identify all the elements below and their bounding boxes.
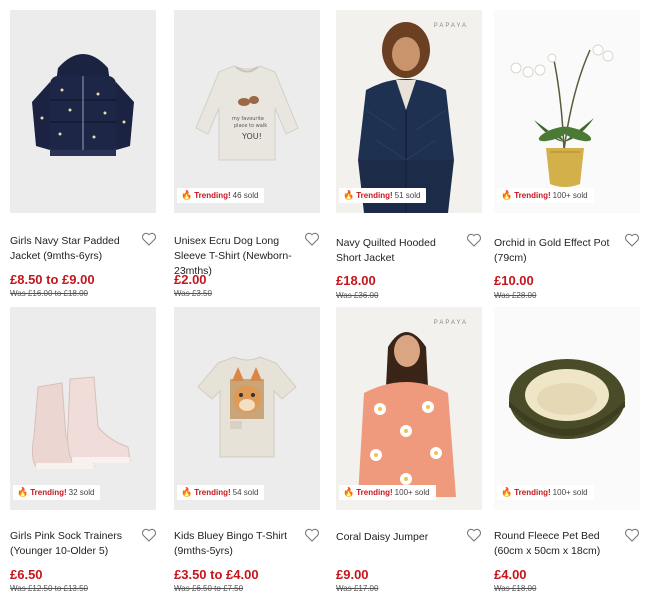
- fire-icon: 🔥: [181, 190, 193, 200]
- product-title[interactable]: Coral Daisy Jumper: [336, 530, 462, 545]
- product-was-price: Was £18.00: [494, 584, 537, 593]
- fire-icon: 🔥: [343, 487, 355, 497]
- product-price: £2.00: [174, 272, 207, 287]
- product-price: £8.50 to £9.00: [10, 272, 95, 287]
- trending-badge: 🔥 Trending! 51 sold: [339, 188, 427, 203]
- product-title[interactable]: Navy Quilted Hooded Short Jacket: [336, 236, 462, 266]
- trending-badge: 🔥 Trending! 32 sold: [13, 485, 101, 500]
- trending-label: Trending!: [356, 488, 393, 497]
- trending-label: Trending!: [514, 488, 551, 497]
- product-image[interactable]: 🔥 Trending! 54 sold: [174, 307, 320, 510]
- svg-text:YOU!: YOU!: [241, 132, 262, 141]
- trending-badge: 🔥 Trending! 46 sold: [177, 188, 265, 203]
- trending-label: Trending!: [30, 488, 67, 497]
- orchid-pot-image: [510, 44, 614, 187]
- heart-outline-icon[interactable]: [141, 231, 157, 247]
- heart-outline-icon[interactable]: [624, 232, 640, 248]
- svg-text:my favourite: my favourite: [232, 116, 264, 122]
- coral-daisy-jumper-model-image: [358, 332, 456, 497]
- product-title[interactable]: Girls Pink Sock Trainers (Younger 10-Old…: [10, 529, 136, 559]
- product-was-price: Was £28.00: [494, 291, 537, 300]
- trending-badge: 🔥 Trending! 54 sold: [177, 485, 265, 500]
- heart-outline-icon[interactable]: [624, 527, 640, 543]
- heart-outline-icon[interactable]: [141, 527, 157, 543]
- product-price: £6.50: [10, 567, 43, 582]
- product-was-price: Was £16.00 to £18.00: [10, 289, 88, 298]
- product-was-price: Was £36.00: [336, 291, 379, 300]
- trending-label: Trending!: [194, 488, 231, 497]
- pet-bed-image: [509, 359, 625, 439]
- dog-longsleeve-image: my favourite place to walk YOU!: [195, 65, 299, 161]
- heart-outline-icon[interactable]: [466, 232, 482, 248]
- trending-label: Trending!: [514, 191, 551, 200]
- product-price: £9.00: [336, 567, 369, 582]
- sold-count: 54 sold: [232, 488, 259, 497]
- product-title[interactable]: Kids Bluey Bingo T-Shirt (9mths-5yrs): [174, 529, 300, 559]
- sold-count: 100+ sold: [552, 488, 588, 497]
- sold-count: 46 sold: [232, 191, 259, 200]
- product-image[interactable]: PAPAYA 🔥 Trending! 51 sold: [336, 10, 482, 213]
- product-price: £18.00: [336, 273, 376, 288]
- product-price: £4.00: [494, 567, 527, 582]
- trending-badge: 🔥 Trending! 100+ sold: [339, 485, 436, 500]
- heart-outline-icon[interactable]: [304, 527, 320, 543]
- sold-count: 51 sold: [394, 191, 421, 200]
- product-image[interactable]: [10, 10, 156, 213]
- sold-count: 100+ sold: [394, 488, 430, 497]
- trending-badge: 🔥 Trending! 100+ sold: [497, 188, 594, 203]
- product-title[interactable]: Orchid in Gold Effect Pot (79cm): [494, 236, 620, 266]
- product-was-price: Was £12.50 to £13.50: [10, 584, 88, 593]
- product-image[interactable]: 🔥 Trending! 100+ sold: [494, 307, 640, 510]
- product-image[interactable]: 🔥 Trending! 100+ sold: [494, 10, 640, 213]
- fire-icon: 🔥: [343, 190, 355, 200]
- fire-icon: 🔥: [17, 487, 29, 497]
- quilted-jacket-model-image: [358, 22, 454, 213]
- sold-count: 32 sold: [68, 488, 95, 497]
- product-price: £3.50 to £4.00: [174, 567, 259, 582]
- product-image[interactable]: 🔥 Trending! 32 sold: [10, 307, 156, 510]
- fire-icon: 🔥: [181, 487, 193, 497]
- trending-label: Trending!: [356, 191, 393, 200]
- trending-badge: 🔥 Trending! 100+ sold: [497, 485, 594, 500]
- fire-icon: 🔥: [501, 487, 513, 497]
- svg-text:place to walk: place to walk: [234, 123, 267, 129]
- sold-count: 100+ sold: [552, 191, 588, 200]
- product-was-price: Was £17.00: [336, 584, 379, 593]
- product-title[interactable]: Round Fleece Pet Bed (60cm x 50cm x 18cm…: [494, 529, 620, 559]
- fire-icon: 🔥: [501, 190, 513, 200]
- heart-outline-icon[interactable]: [304, 231, 320, 247]
- product-title[interactable]: Girls Navy Star Padded Jacket (9mths-6yr…: [10, 234, 136, 264]
- bluey-tshirt-image: [197, 356, 297, 458]
- brand-label: PAPAYA: [433, 320, 468, 326]
- product-was-price: Was £6.50 to £7.50: [174, 584, 244, 593]
- pink-sock-trainers-image: [31, 376, 131, 469]
- product-image[interactable]: PAPAYA 🔥 Trending! 100+ sold: [336, 307, 482, 510]
- navy-padded-jacket-image: [32, 54, 134, 156]
- trending-label: Trending!: [194, 191, 231, 200]
- product-image[interactable]: my favourite place to walk YOU! 🔥 Trendi…: [174, 10, 320, 213]
- product-was-price: Was £3.50: [174, 289, 212, 298]
- brand-label: PAPAYA: [433, 23, 468, 29]
- heart-outline-icon[interactable]: [466, 527, 482, 543]
- product-price: £10.00: [494, 273, 534, 288]
